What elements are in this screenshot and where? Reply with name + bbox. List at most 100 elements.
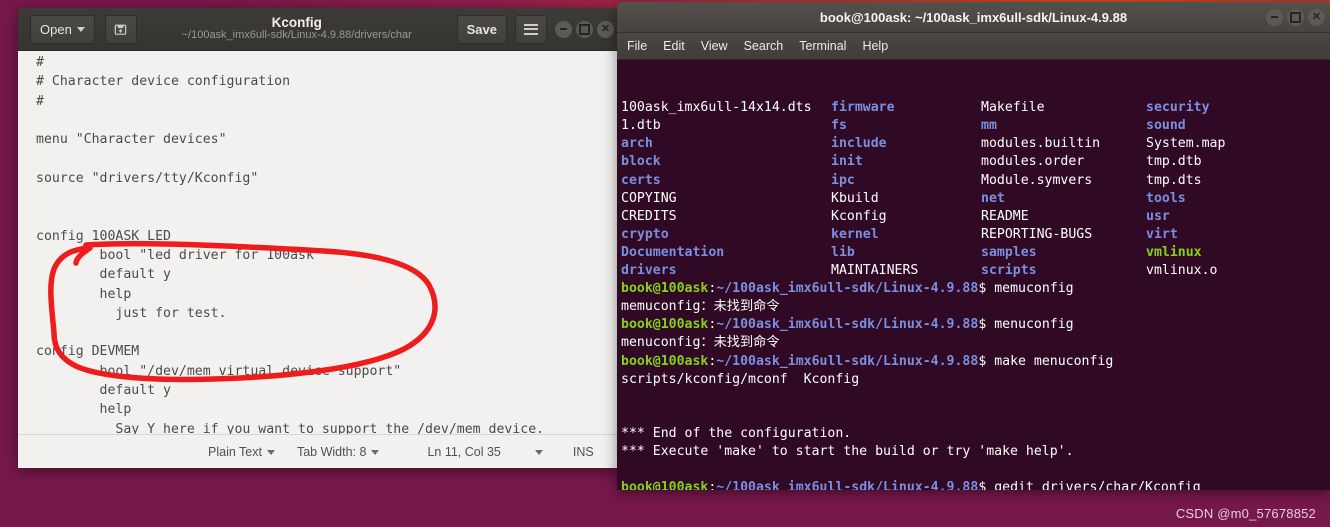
chevron-down-icon[interactable] — [534, 449, 543, 455]
menu-item-help[interactable]: Help — [862, 39, 888, 53]
ls-entry: Kbuild — [831, 190, 879, 206]
terminal-command-line: book@100ask:~/100ask_imx6ull-sdk/Linux-4… — [621, 479, 1330, 490]
close-button[interactable]: ✕ — [1308, 8, 1325, 26]
insert-mode: INS — [573, 445, 594, 459]
terminal-output-line: memuconfig：未找到命令 — [621, 299, 780, 315]
chevron-down-icon — [76, 26, 85, 32]
terminal-command: gedit drivers/char/Kconfig — [994, 480, 1201, 490]
terminal-output-line: *** Execute 'make' to start the build or… — [621, 443, 1074, 459]
minimize-button[interactable] — [1266, 8, 1283, 26]
ls-entry: tmp.dts — [1146, 172, 1202, 188]
hamburger-menu-button[interactable] — [515, 14, 547, 44]
ls-entry: certs — [621, 172, 661, 188]
ls-row: CREDITS Kconfig README usr — [621, 208, 1330, 226]
ls-entry: samples — [981, 244, 1037, 260]
new-document-button[interactable] — [104, 14, 137, 44]
ls-entry: tmp.dtb — [1146, 154, 1202, 170]
maximize-button[interactable] — [576, 20, 593, 38]
ls-entry: init — [831, 154, 863, 170]
ls-entry: modules.order — [981, 154, 1085, 170]
terminal-menu-bar: File Edit View Search Terminal Help — [617, 33, 1330, 60]
terminal-content: 100ask_imx6ull-14x14.dts firmware Makefile… — [621, 99, 1330, 490]
menu-item-edit[interactable]: Edit — [663, 39, 685, 53]
terminal-output-line — [621, 407, 1330, 425]
ls-entry: firmware — [831, 100, 895, 116]
terminal-output-line — [621, 461, 1330, 479]
gedit-window: Open Kconfig ~/100ask_imx6ull-sdk/Linux-… — [18, 8, 620, 468]
ls-entry: sound — [1146, 118, 1186, 134]
prompt-user: book@100ask — [621, 480, 709, 490]
ls-entry: virt — [1146, 226, 1178, 242]
document-content: # # Character device configuration # men… — [36, 55, 545, 434]
maximize-icon — [579, 23, 590, 35]
ls-entry: ipc — [831, 172, 855, 188]
ls-entry: CREDITS — [621, 208, 677, 224]
ls-row: arch include modules.builtin System.map — [621, 135, 1330, 153]
maximize-button[interactable] — [1287, 8, 1304, 26]
ls-entry: 1.dtb — [621, 118, 661, 134]
cursor-position-label: Ln 11, Col 35 — [427, 445, 501, 459]
ls-row: COPYING Kbuild net tools — [621, 190, 1330, 208]
prompt-user: book@100ask — [621, 353, 709, 369]
insert-mode-label: INS — [572, 445, 594, 459]
ls-entry: modules.builtin — [981, 136, 1101, 152]
terminal-output-line: *** End of the configuration. — [621, 425, 852, 441]
ls-entry: vmlinux.o — [1146, 263, 1218, 279]
minimize-button[interactable] — [555, 20, 572, 38]
open-button-label: Open — [40, 21, 72, 37]
ls-entry: fs — [831, 118, 847, 134]
tab-width-selector[interactable]: Tab Width: 8 — [297, 445, 380, 459]
ls-entry: usr — [1146, 208, 1170, 224]
ls-entry: arch — [621, 136, 653, 152]
gedit-title-block: Kconfig ~/100ask_imx6ull-sdk/Linux-4.9.8… — [137, 16, 457, 42]
ls-row: crypto kernel REPORTING-BUGS virt — [621, 226, 1330, 244]
gedit-status-bar: Plain Text Tab Width: 8 Ln 11, Col 35 IN… — [18, 434, 620, 468]
terminal-command-line: book@100ask:~/100ask_imx6ull-sdk/Linux-4… — [621, 281, 1074, 297]
menu-item-terminal[interactable]: Terminal — [799, 39, 846, 53]
menu-item-search[interactable]: Search — [744, 39, 784, 53]
terminal-title-bar: book@100ask: ~/100ask_imx6ull-sdk/Linux-… — [617, 2, 1330, 33]
ls-entry: include — [831, 136, 887, 152]
ls-entry: kernel — [831, 226, 879, 242]
language-label: Plain Text — [208, 445, 262, 459]
ls-row: Documentation lib samples vmlinux — [621, 244, 1330, 262]
terminal-window-controls: ✕ — [1266, 2, 1325, 32]
prompt-user: book@100ask — [621, 317, 709, 333]
ls-entry: security — [1146, 100, 1210, 116]
language-selector[interactable]: Plain Text — [208, 445, 275, 459]
terminal-command-line: book@100ask:~/100ask_imx6ull-sdk/Linux-4… — [621, 317, 1074, 333]
ls-entry: System.map — [1146, 136, 1226, 152]
ls-row: 100ask_imx6ull-14x14.dts firmware Makefile… — [621, 99, 1330, 117]
gedit-header-bar: Open Kconfig ~/100ask_imx6ull-sdk/Linux-… — [18, 8, 620, 51]
minimize-icon — [560, 28, 567, 30]
prompt-user: book@100ask — [621, 281, 709, 297]
ls-entry: Kconfig — [831, 208, 887, 224]
save-button[interactable]: Save — [456, 14, 507, 44]
minimize-icon — [1271, 16, 1278, 18]
terminal-command: memuconfig — [994, 281, 1074, 297]
terminal-window: book@100ask: ~/100ask_imx6ull-sdk/Linux-… — [617, 2, 1330, 490]
save-button-label: Save — [466, 21, 497, 37]
gedit-text-area[interactable]: # # Character device configuration # men… — [18, 51, 620, 434]
ls-entry: lib — [831, 244, 855, 260]
chevron-down-icon — [371, 449, 380, 455]
ls-entry: crypto — [621, 226, 669, 242]
menu-item-file[interactable]: File — [627, 39, 647, 53]
terminal-command: make menuconfig — [994, 353, 1114, 369]
terminal-command: menuconfig — [994, 317, 1074, 333]
prompt-path: ~/100ask_imx6ull-sdk/Linux-4.9.88 — [716, 480, 979, 490]
cursor-position: Ln 11, Col 35 — [427, 445, 500, 459]
ls-entry: REPORTING-BUGS — [981, 226, 1093, 242]
close-button[interactable]: ✕ — [597, 20, 614, 38]
menu-item-view[interactable]: View — [701, 39, 728, 53]
chevron-down-icon — [266, 449, 275, 455]
open-button[interactable]: Open — [30, 14, 95, 44]
prompt-path: ~/100ask_imx6ull-sdk/Linux-4.9.88 — [716, 317, 979, 333]
terminal-output-area[interactable]: 100ask_imx6ull-14x14.dts firmware Makefile… — [617, 60, 1330, 490]
ls-entry: scripts — [981, 263, 1037, 279]
gedit-window-controls: ✕ — [555, 20, 614, 38]
hamburger-menu-icon — [524, 21, 538, 37]
terminal-output-line — [621, 389, 1330, 407]
ls-entry: mm — [981, 118, 997, 134]
ls-entry: Makefile — [981, 100, 1045, 116]
